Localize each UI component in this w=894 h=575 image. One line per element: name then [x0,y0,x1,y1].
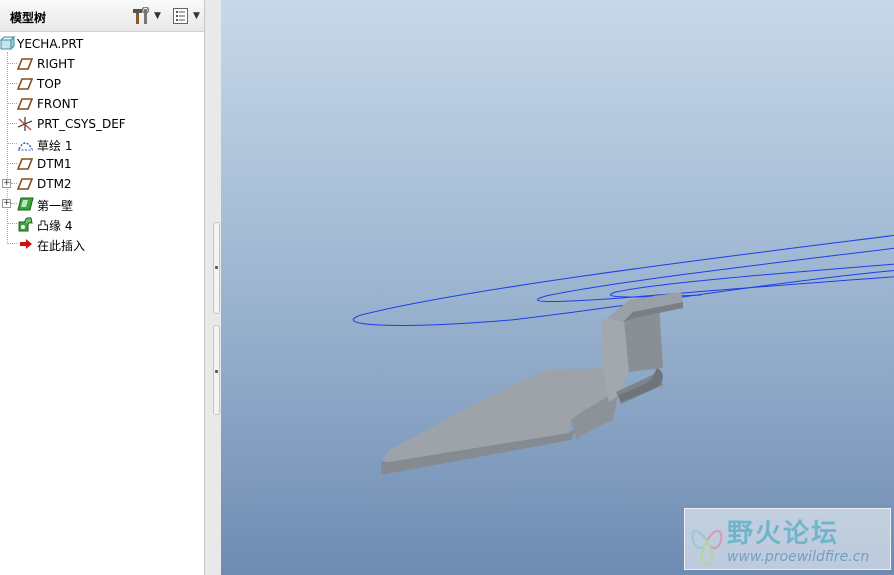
watermark-title: 野火论坛 [727,519,840,549]
tree-item-label: FRONT [37,97,78,111]
datum-plane-icon [17,78,34,90]
watermark-url: www.proewildfire.cn [727,549,870,565]
tree-item-dtm1[interactable]: DTM1 [0,154,204,174]
tree-item-top[interactable]: TOP [0,74,204,94]
tree-show-button[interactable]: ▼ [172,6,200,26]
tree-item-label: 凸缘 4 [37,219,73,233]
tree-root[interactable]: YECHA.PRT [0,34,204,54]
coordinate-system-icon [17,117,33,131]
sheetmetal-wall-icon [17,197,34,211]
grip-dot [215,266,218,269]
tree-item-label: DTM1 [37,157,72,171]
panel-splitter[interactable] [205,0,221,575]
tree-item-label: PRT_CSYS_DEF [37,117,126,131]
chevron-down-icon: ▼ [154,11,161,21]
tree-item-label: 在此插入 [37,239,86,253]
tree-item-right[interactable]: RIGHT [0,54,204,74]
datum-plane-icon [17,98,34,110]
tree-root-label: YECHA.PRT [17,37,84,51]
tree-item-dtm2[interactable]: + DTM2 [0,174,204,194]
tree-item-label: DTM2 [37,177,72,191]
butterfly-logo-icon [691,529,723,567]
insert-here-arrow-icon [20,239,32,249]
flange-icon [18,217,33,232]
datum-plane-icon [17,178,34,190]
model-tree-panel: 模型树 ▼ ▼ YECHA.PRT RIGHT TOP FRONT PRT_CS… [0,0,205,575]
model-tree-header: 模型树 ▼ ▼ [0,0,204,32]
tree-item-front[interactable]: FRONT [0,94,204,114]
datum-plane-icon [17,58,34,70]
tree-item-csys[interactable]: PRT_CSYS_DEF [0,114,204,134]
forum-watermark: 野火论坛 www.proewildfire.cn [684,508,891,570]
tree-item-label: 草绘 1 [37,139,73,153]
tree-item-label: 第一壁 [37,199,74,213]
part-icon [0,36,16,51]
grip-dot [215,370,218,373]
tree-settings-button[interactable]: ▼ [131,6,161,26]
chevron-down-icon: ▼ [193,11,200,21]
tree-item-label: RIGHT [37,57,75,71]
model-view [353,234,894,475]
expand-icon[interactable]: + [2,179,11,188]
sketch-icon [18,142,33,151]
expand-icon[interactable]: + [2,199,11,208]
tree-item-insert-here[interactable]: 在此插入 [0,234,204,254]
tree-item-flange[interactable]: 凸缘 4 [0,214,204,234]
datum-plane-icon [17,158,34,170]
hammer-wrench-icon [133,7,150,24]
tree-item-sketch[interactable]: 草绘 1 [0,134,204,154]
graphics-window[interactable] [221,0,894,575]
sketch-curve [536,247,894,303]
tree-item-first-wall[interactable]: + 第一壁 [0,194,204,214]
list-icon [173,8,188,24]
panel-title: 模型树 [10,11,47,25]
tree-item-label: TOP [37,77,62,91]
